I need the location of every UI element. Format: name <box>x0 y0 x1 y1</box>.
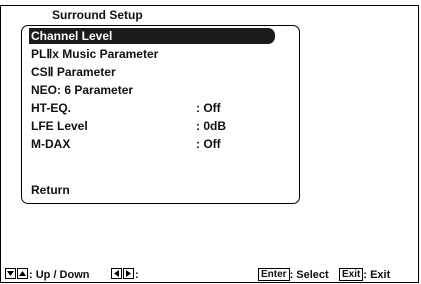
menu-item-label: CSⅡ Parameter <box>31 65 116 79</box>
leftright-text: : <box>135 269 139 281</box>
enter-key: Enter <box>258 268 290 281</box>
menu-item-m-dax[interactable]: M-DAX <box>29 136 70 152</box>
updown-hint: : Up / Down <box>5 268 90 282</box>
status-bar: : Up / Down : Enter: Select Exit: Exit <box>5 268 418 282</box>
menu-item-cs2-parameter[interactable]: CSⅡ Parameter <box>29 64 116 80</box>
lfe-level-value: : 0dB <box>196 119 226 133</box>
menu-item-label: M-DAX <box>31 137 71 151</box>
menu-item-label: PLⅡx Music Parameter <box>31 47 159 61</box>
enter-hint: Enter: Select <box>258 268 329 282</box>
exit-hint: Exit: Exit <box>339 268 390 282</box>
return-label: Return <box>31 183 70 197</box>
menu-item-channel-level[interactable]: Channel Level <box>29 28 275 44</box>
menu-item-label: Channel Level <box>31 29 113 43</box>
menu-item-pl2x-music-parameter[interactable]: PLⅡx Music Parameter <box>29 46 158 62</box>
right-arrow-icon <box>123 268 134 279</box>
up-arrow-icon <box>17 268 28 279</box>
menu-item-label: LFE Level <box>31 119 88 133</box>
menu-item-return[interactable]: Return <box>29 182 70 198</box>
ht-eq-value: : Off <box>196 101 221 115</box>
down-arrow-icon <box>5 268 16 279</box>
left-arrow-icon <box>111 268 122 279</box>
exit-text: : Exit <box>363 269 391 281</box>
page-title: Surround Setup <box>52 8 143 22</box>
menu-item-lfe-level[interactable]: LFE Level <box>29 118 88 134</box>
exit-key: Exit <box>339 268 364 281</box>
leftright-hint: : <box>111 268 139 282</box>
setup-screen: Surround Setup Channel Level PLⅡx Music … <box>0 0 421 284</box>
m-dax-value: : Off <box>196 137 221 151</box>
menu-item-ht-eq[interactable]: HT-EQ. <box>29 100 71 116</box>
updown-text: : Up / Down <box>29 269 90 281</box>
menu-item-label: NEO: 6 Parameter <box>31 83 134 97</box>
enter-text: : Select <box>289 269 329 281</box>
menu-item-neo6-parameter[interactable]: NEO: 6 Parameter <box>29 82 133 98</box>
menu-item-label: HT-EQ. <box>31 101 72 115</box>
